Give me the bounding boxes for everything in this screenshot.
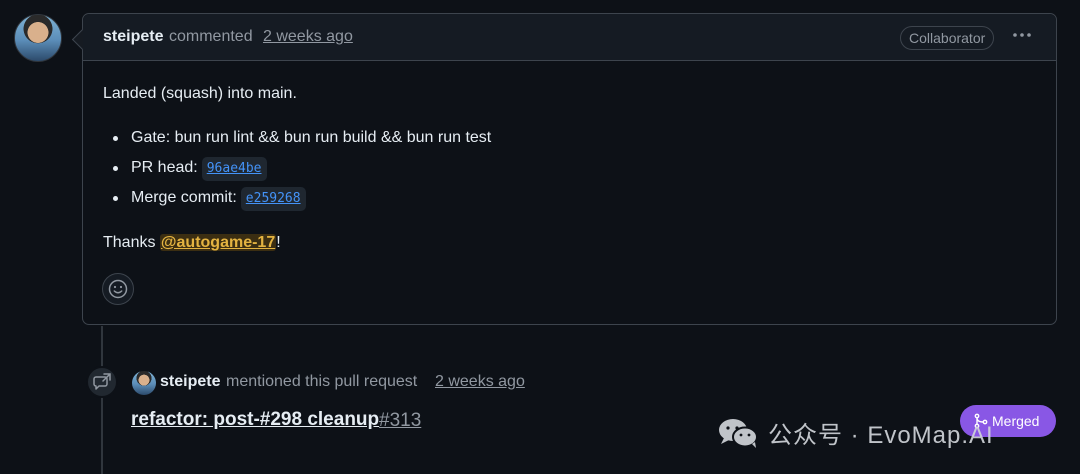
- event-timestamp[interactable]: 2 weeks ago: [435, 373, 525, 391]
- kebab-horizontal-icon[interactable]: [1010, 24, 1034, 48]
- comment-author[interactable]: steipete: [103, 28, 163, 46]
- comment-action: commented: [169, 28, 253, 45]
- event-author[interactable]: steipete: [160, 373, 220, 391]
- add-reaction-button[interactable]: [102, 273, 134, 305]
- thanks-line: Thanks @autogame-17!: [103, 234, 281, 252]
- cross-reference-icon: [86, 366, 118, 398]
- collaborator-badge: Collaborator: [900, 26, 995, 50]
- event-author-avatar[interactable]: [132, 371, 156, 395]
- pr-head-commit-link[interactable]: 96ae4be: [201, 157, 267, 181]
- comment-paragraph: Landed (squash) into main.: [103, 85, 297, 102]
- smiley-icon: [108, 279, 128, 299]
- pr-title-link[interactable]: refactor: post-#298 cleanup: [131, 409, 379, 431]
- list-item: Gate: bun run lint && bun run build && b…: [103, 127, 491, 157]
- comment-header: steipete commented 2 weeks ago Collabora…: [83, 14, 1056, 61]
- thanks-suffix: !: [276, 234, 281, 251]
- comment-author-avatar[interactable]: [14, 14, 62, 62]
- bullet-text: PR head:: [131, 159, 198, 176]
- merged-label: Merged: [992, 413, 1040, 429]
- list-item: PR head: 96ae4be: [103, 157, 491, 187]
- event-action: mentioned this pull request: [226, 373, 418, 390]
- comment-card: steipete commented 2 weeks ago Collabora…: [82, 13, 1057, 325]
- merge-commit-link[interactable]: e259268: [240, 187, 306, 211]
- pr-number-link[interactable]: #313: [379, 410, 421, 432]
- timeline-line: [101, 326, 103, 474]
- watermark-text: 公众号 · EvoMap.AI: [768, 422, 994, 449]
- comment-timestamp[interactable]: 2 weeks ago: [263, 28, 353, 46]
- wechat-icon: [719, 419, 758, 448]
- list-item: Merge commit: e259268: [103, 187, 491, 217]
- bullet-text: Merge commit:: [131, 189, 237, 206]
- thanks-prefix: Thanks: [103, 234, 160, 251]
- comment-bullet-list: Gate: bun run lint && bun run build && b…: [103, 127, 491, 217]
- bullet-text: Gate: bun run lint && bun run build && b…: [131, 129, 492, 146]
- user-mention-link[interactable]: @autogame-17: [159, 234, 277, 251]
